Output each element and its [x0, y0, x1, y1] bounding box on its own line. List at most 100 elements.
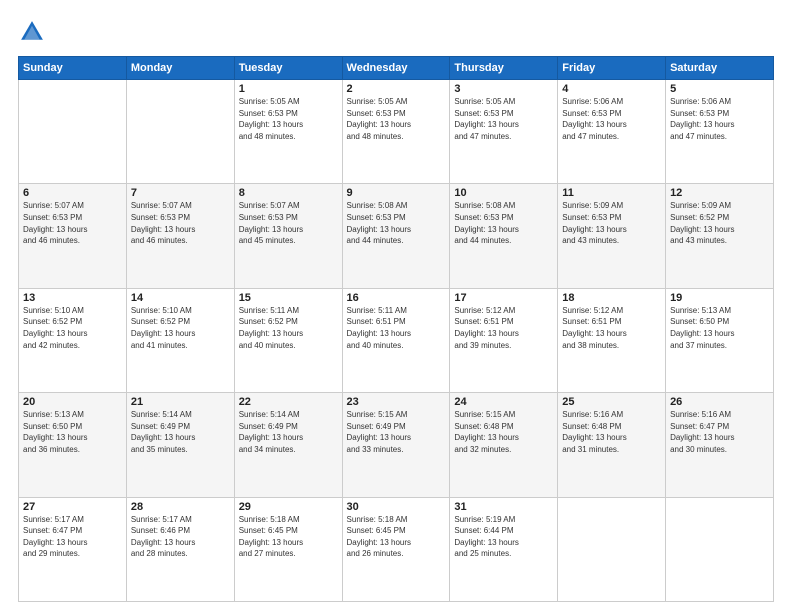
day-number: 19 — [670, 292, 769, 304]
calendar-week-3: 13Sunrise: 5:10 AMSunset: 6:52 PMDayligh… — [19, 288, 774, 392]
calendar-cell: 30Sunrise: 5:18 AMSunset: 6:45 PMDayligh… — [342, 497, 450, 601]
calendar-header-row: SundayMondayTuesdayWednesdayThursdayFrid… — [19, 57, 774, 80]
day-number: 9 — [347, 187, 446, 199]
calendar-cell — [19, 80, 127, 184]
day-number: 24 — [454, 396, 553, 408]
day-number: 4 — [562, 83, 661, 95]
day-info: Sunrise: 5:10 AMSunset: 6:52 PMDaylight:… — [23, 305, 122, 351]
day-number: 10 — [454, 187, 553, 199]
calendar-cell: 20Sunrise: 5:13 AMSunset: 6:50 PMDayligh… — [19, 393, 127, 497]
calendar-week-4: 20Sunrise: 5:13 AMSunset: 6:50 PMDayligh… — [19, 393, 774, 497]
calendar-cell — [558, 497, 666, 601]
day-number: 14 — [131, 292, 230, 304]
day-info: Sunrise: 5:11 AMSunset: 6:51 PMDaylight:… — [347, 305, 446, 351]
calendar-header-wednesday: Wednesday — [342, 57, 450, 80]
calendar-cell: 10Sunrise: 5:08 AMSunset: 6:53 PMDayligh… — [450, 184, 558, 288]
calendar-cell: 19Sunrise: 5:13 AMSunset: 6:50 PMDayligh… — [666, 288, 774, 392]
day-info: Sunrise: 5:10 AMSunset: 6:52 PMDaylight:… — [131, 305, 230, 351]
day-number: 1 — [239, 83, 338, 95]
calendar-cell: 9Sunrise: 5:08 AMSunset: 6:53 PMDaylight… — [342, 184, 450, 288]
calendar-cell: 1Sunrise: 5:05 AMSunset: 6:53 PMDaylight… — [234, 80, 342, 184]
calendar-cell: 24Sunrise: 5:15 AMSunset: 6:48 PMDayligh… — [450, 393, 558, 497]
logo-icon — [18, 18, 46, 46]
day-info: Sunrise: 5:05 AMSunset: 6:53 PMDaylight:… — [454, 96, 553, 142]
calendar-table: SundayMondayTuesdayWednesdayThursdayFrid… — [18, 56, 774, 602]
day-info: Sunrise: 5:17 AMSunset: 6:46 PMDaylight:… — [131, 514, 230, 560]
calendar-cell: 16Sunrise: 5:11 AMSunset: 6:51 PMDayligh… — [342, 288, 450, 392]
day-info: Sunrise: 5:15 AMSunset: 6:49 PMDaylight:… — [347, 409, 446, 455]
calendar-cell: 28Sunrise: 5:17 AMSunset: 6:46 PMDayligh… — [126, 497, 234, 601]
day-info: Sunrise: 5:06 AMSunset: 6:53 PMDaylight:… — [670, 96, 769, 142]
day-info: Sunrise: 5:15 AMSunset: 6:48 PMDaylight:… — [454, 409, 553, 455]
day-info: Sunrise: 5:18 AMSunset: 6:45 PMDaylight:… — [239, 514, 338, 560]
day-info: Sunrise: 5:09 AMSunset: 6:52 PMDaylight:… — [670, 200, 769, 246]
calendar-cell: 18Sunrise: 5:12 AMSunset: 6:51 PMDayligh… — [558, 288, 666, 392]
calendar-cell: 5Sunrise: 5:06 AMSunset: 6:53 PMDaylight… — [666, 80, 774, 184]
day-number: 16 — [347, 292, 446, 304]
calendar-cell: 29Sunrise: 5:18 AMSunset: 6:45 PMDayligh… — [234, 497, 342, 601]
day-info: Sunrise: 5:13 AMSunset: 6:50 PMDaylight:… — [670, 305, 769, 351]
calendar-cell: 7Sunrise: 5:07 AMSunset: 6:53 PMDaylight… — [126, 184, 234, 288]
calendar-week-5: 27Sunrise: 5:17 AMSunset: 6:47 PMDayligh… — [19, 497, 774, 601]
day-number: 7 — [131, 187, 230, 199]
calendar-cell: 22Sunrise: 5:14 AMSunset: 6:49 PMDayligh… — [234, 393, 342, 497]
day-number: 31 — [454, 501, 553, 513]
day-info: Sunrise: 5:16 AMSunset: 6:47 PMDaylight:… — [670, 409, 769, 455]
calendar-cell: 23Sunrise: 5:15 AMSunset: 6:49 PMDayligh… — [342, 393, 450, 497]
calendar-cell: 25Sunrise: 5:16 AMSunset: 6:48 PMDayligh… — [558, 393, 666, 497]
calendar-header-tuesday: Tuesday — [234, 57, 342, 80]
day-info: Sunrise: 5:05 AMSunset: 6:53 PMDaylight:… — [239, 96, 338, 142]
day-number: 8 — [239, 187, 338, 199]
day-number: 27 — [23, 501, 122, 513]
day-number: 6 — [23, 187, 122, 199]
calendar-cell: 3Sunrise: 5:05 AMSunset: 6:53 PMDaylight… — [450, 80, 558, 184]
day-number: 5 — [670, 83, 769, 95]
day-number: 25 — [562, 396, 661, 408]
day-number: 15 — [239, 292, 338, 304]
day-number: 23 — [347, 396, 446, 408]
day-info: Sunrise: 5:14 AMSunset: 6:49 PMDaylight:… — [131, 409, 230, 455]
calendar-header-thursday: Thursday — [450, 57, 558, 80]
calendar-cell: 6Sunrise: 5:07 AMSunset: 6:53 PMDaylight… — [19, 184, 127, 288]
day-info: Sunrise: 5:12 AMSunset: 6:51 PMDaylight:… — [562, 305, 661, 351]
day-info: Sunrise: 5:08 AMSunset: 6:53 PMDaylight:… — [347, 200, 446, 246]
day-number: 22 — [239, 396, 338, 408]
day-info: Sunrise: 5:12 AMSunset: 6:51 PMDaylight:… — [454, 305, 553, 351]
calendar-cell: 17Sunrise: 5:12 AMSunset: 6:51 PMDayligh… — [450, 288, 558, 392]
calendar-header-friday: Friday — [558, 57, 666, 80]
day-info: Sunrise: 5:14 AMSunset: 6:49 PMDaylight:… — [239, 409, 338, 455]
calendar-cell — [666, 497, 774, 601]
day-info: Sunrise: 5:09 AMSunset: 6:53 PMDaylight:… — [562, 200, 661, 246]
calendar-cell — [126, 80, 234, 184]
header — [18, 18, 774, 46]
day-info: Sunrise: 5:05 AMSunset: 6:53 PMDaylight:… — [347, 96, 446, 142]
day-info: Sunrise: 5:16 AMSunset: 6:48 PMDaylight:… — [562, 409, 661, 455]
calendar-header-monday: Monday — [126, 57, 234, 80]
day-number: 29 — [239, 501, 338, 513]
day-info: Sunrise: 5:17 AMSunset: 6:47 PMDaylight:… — [23, 514, 122, 560]
day-info: Sunrise: 5:06 AMSunset: 6:53 PMDaylight:… — [562, 96, 661, 142]
day-number: 28 — [131, 501, 230, 513]
calendar-cell: 15Sunrise: 5:11 AMSunset: 6:52 PMDayligh… — [234, 288, 342, 392]
calendar-cell: 13Sunrise: 5:10 AMSunset: 6:52 PMDayligh… — [19, 288, 127, 392]
day-number: 13 — [23, 292, 122, 304]
calendar-header-sunday: Sunday — [19, 57, 127, 80]
calendar-cell: 12Sunrise: 5:09 AMSunset: 6:52 PMDayligh… — [666, 184, 774, 288]
day-number: 20 — [23, 396, 122, 408]
day-number: 18 — [562, 292, 661, 304]
calendar-week-2: 6Sunrise: 5:07 AMSunset: 6:53 PMDaylight… — [19, 184, 774, 288]
day-info: Sunrise: 5:07 AMSunset: 6:53 PMDaylight:… — [23, 200, 122, 246]
day-number: 3 — [454, 83, 553, 95]
day-info: Sunrise: 5:19 AMSunset: 6:44 PMDaylight:… — [454, 514, 553, 560]
day-number: 21 — [131, 396, 230, 408]
day-number: 17 — [454, 292, 553, 304]
day-number: 2 — [347, 83, 446, 95]
calendar-cell: 21Sunrise: 5:14 AMSunset: 6:49 PMDayligh… — [126, 393, 234, 497]
calendar-cell: 26Sunrise: 5:16 AMSunset: 6:47 PMDayligh… — [666, 393, 774, 497]
calendar-cell: 27Sunrise: 5:17 AMSunset: 6:47 PMDayligh… — [19, 497, 127, 601]
page: SundayMondayTuesdayWednesdayThursdayFrid… — [0, 0, 792, 612]
logo — [18, 18, 50, 46]
day-info: Sunrise: 5:07 AMSunset: 6:53 PMDaylight:… — [131, 200, 230, 246]
day-info: Sunrise: 5:13 AMSunset: 6:50 PMDaylight:… — [23, 409, 122, 455]
calendar-week-1: 1Sunrise: 5:05 AMSunset: 6:53 PMDaylight… — [19, 80, 774, 184]
